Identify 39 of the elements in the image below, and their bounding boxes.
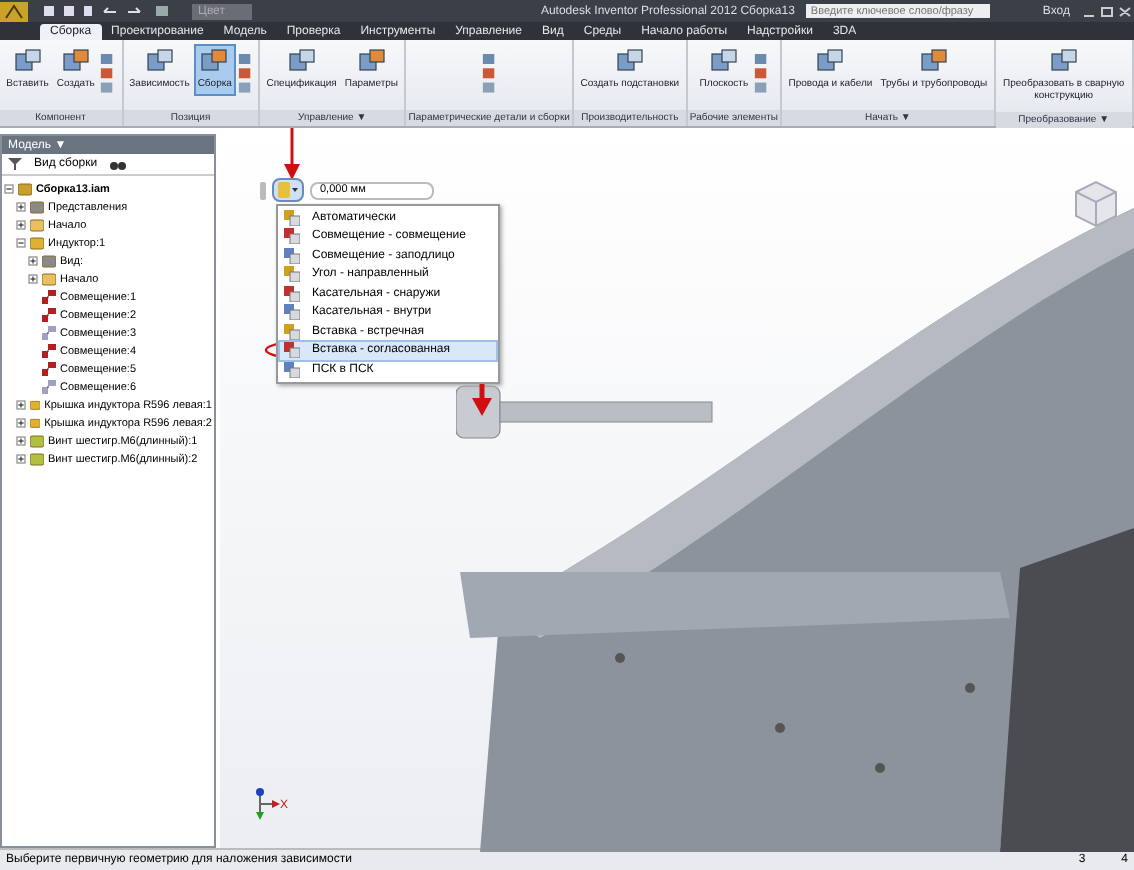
tool-icon	[61, 48, 90, 76]
tool-icon	[287, 48, 316, 76]
constraint-type-button[interactable]	[272, 178, 304, 202]
constraint-icon	[42, 290, 56, 304]
constraint-icon	[42, 344, 56, 358]
tool-icon	[615, 48, 644, 76]
expand-icon[interactable]	[16, 400, 26, 410]
expand-icon[interactable]	[16, 202, 26, 212]
expand-icon[interactable]	[16, 436, 26, 446]
tool-icon	[816, 48, 845, 76]
tool-icon	[145, 48, 174, 76]
insert-constraint-icon	[278, 182, 298, 198]
folder-icon	[42, 272, 56, 286]
constraint-icon	[42, 362, 56, 376]
collapse-icon[interactable]	[4, 184, 14, 194]
constraint-icon	[42, 380, 56, 394]
window-controls-icon[interactable]	[1082, 5, 1134, 17]
expand-icon[interactable]	[28, 274, 38, 284]
tool-icon	[357, 48, 386, 76]
tool-icon	[919, 48, 948, 76]
constraint-icon	[42, 308, 56, 322]
binoculars-icon[interactable]	[109, 158, 126, 170]
app-logo-icon[interactable]	[0, 1, 28, 21]
axis-triad-icon	[252, 788, 280, 824]
annotation-arrow	[472, 384, 492, 416]
expand-icon[interactable]	[16, 220, 26, 230]
expand-icon[interactable]	[16, 454, 26, 464]
collapse-icon[interactable]	[16, 238, 26, 248]
annotation-arrow	[284, 128, 300, 180]
folder-icon	[30, 218, 44, 232]
filter-icon[interactable]	[8, 158, 22, 170]
expand-icon[interactable]	[28, 256, 38, 266]
tool-icon	[13, 48, 42, 76]
expand-icon[interactable]	[16, 418, 26, 428]
tool-icon	[1049, 48, 1078, 76]
tool-icon	[709, 48, 738, 76]
grip-icon[interactable]	[260, 181, 266, 199]
constraint-icon	[42, 326, 56, 340]
tool-icon	[200, 48, 229, 76]
